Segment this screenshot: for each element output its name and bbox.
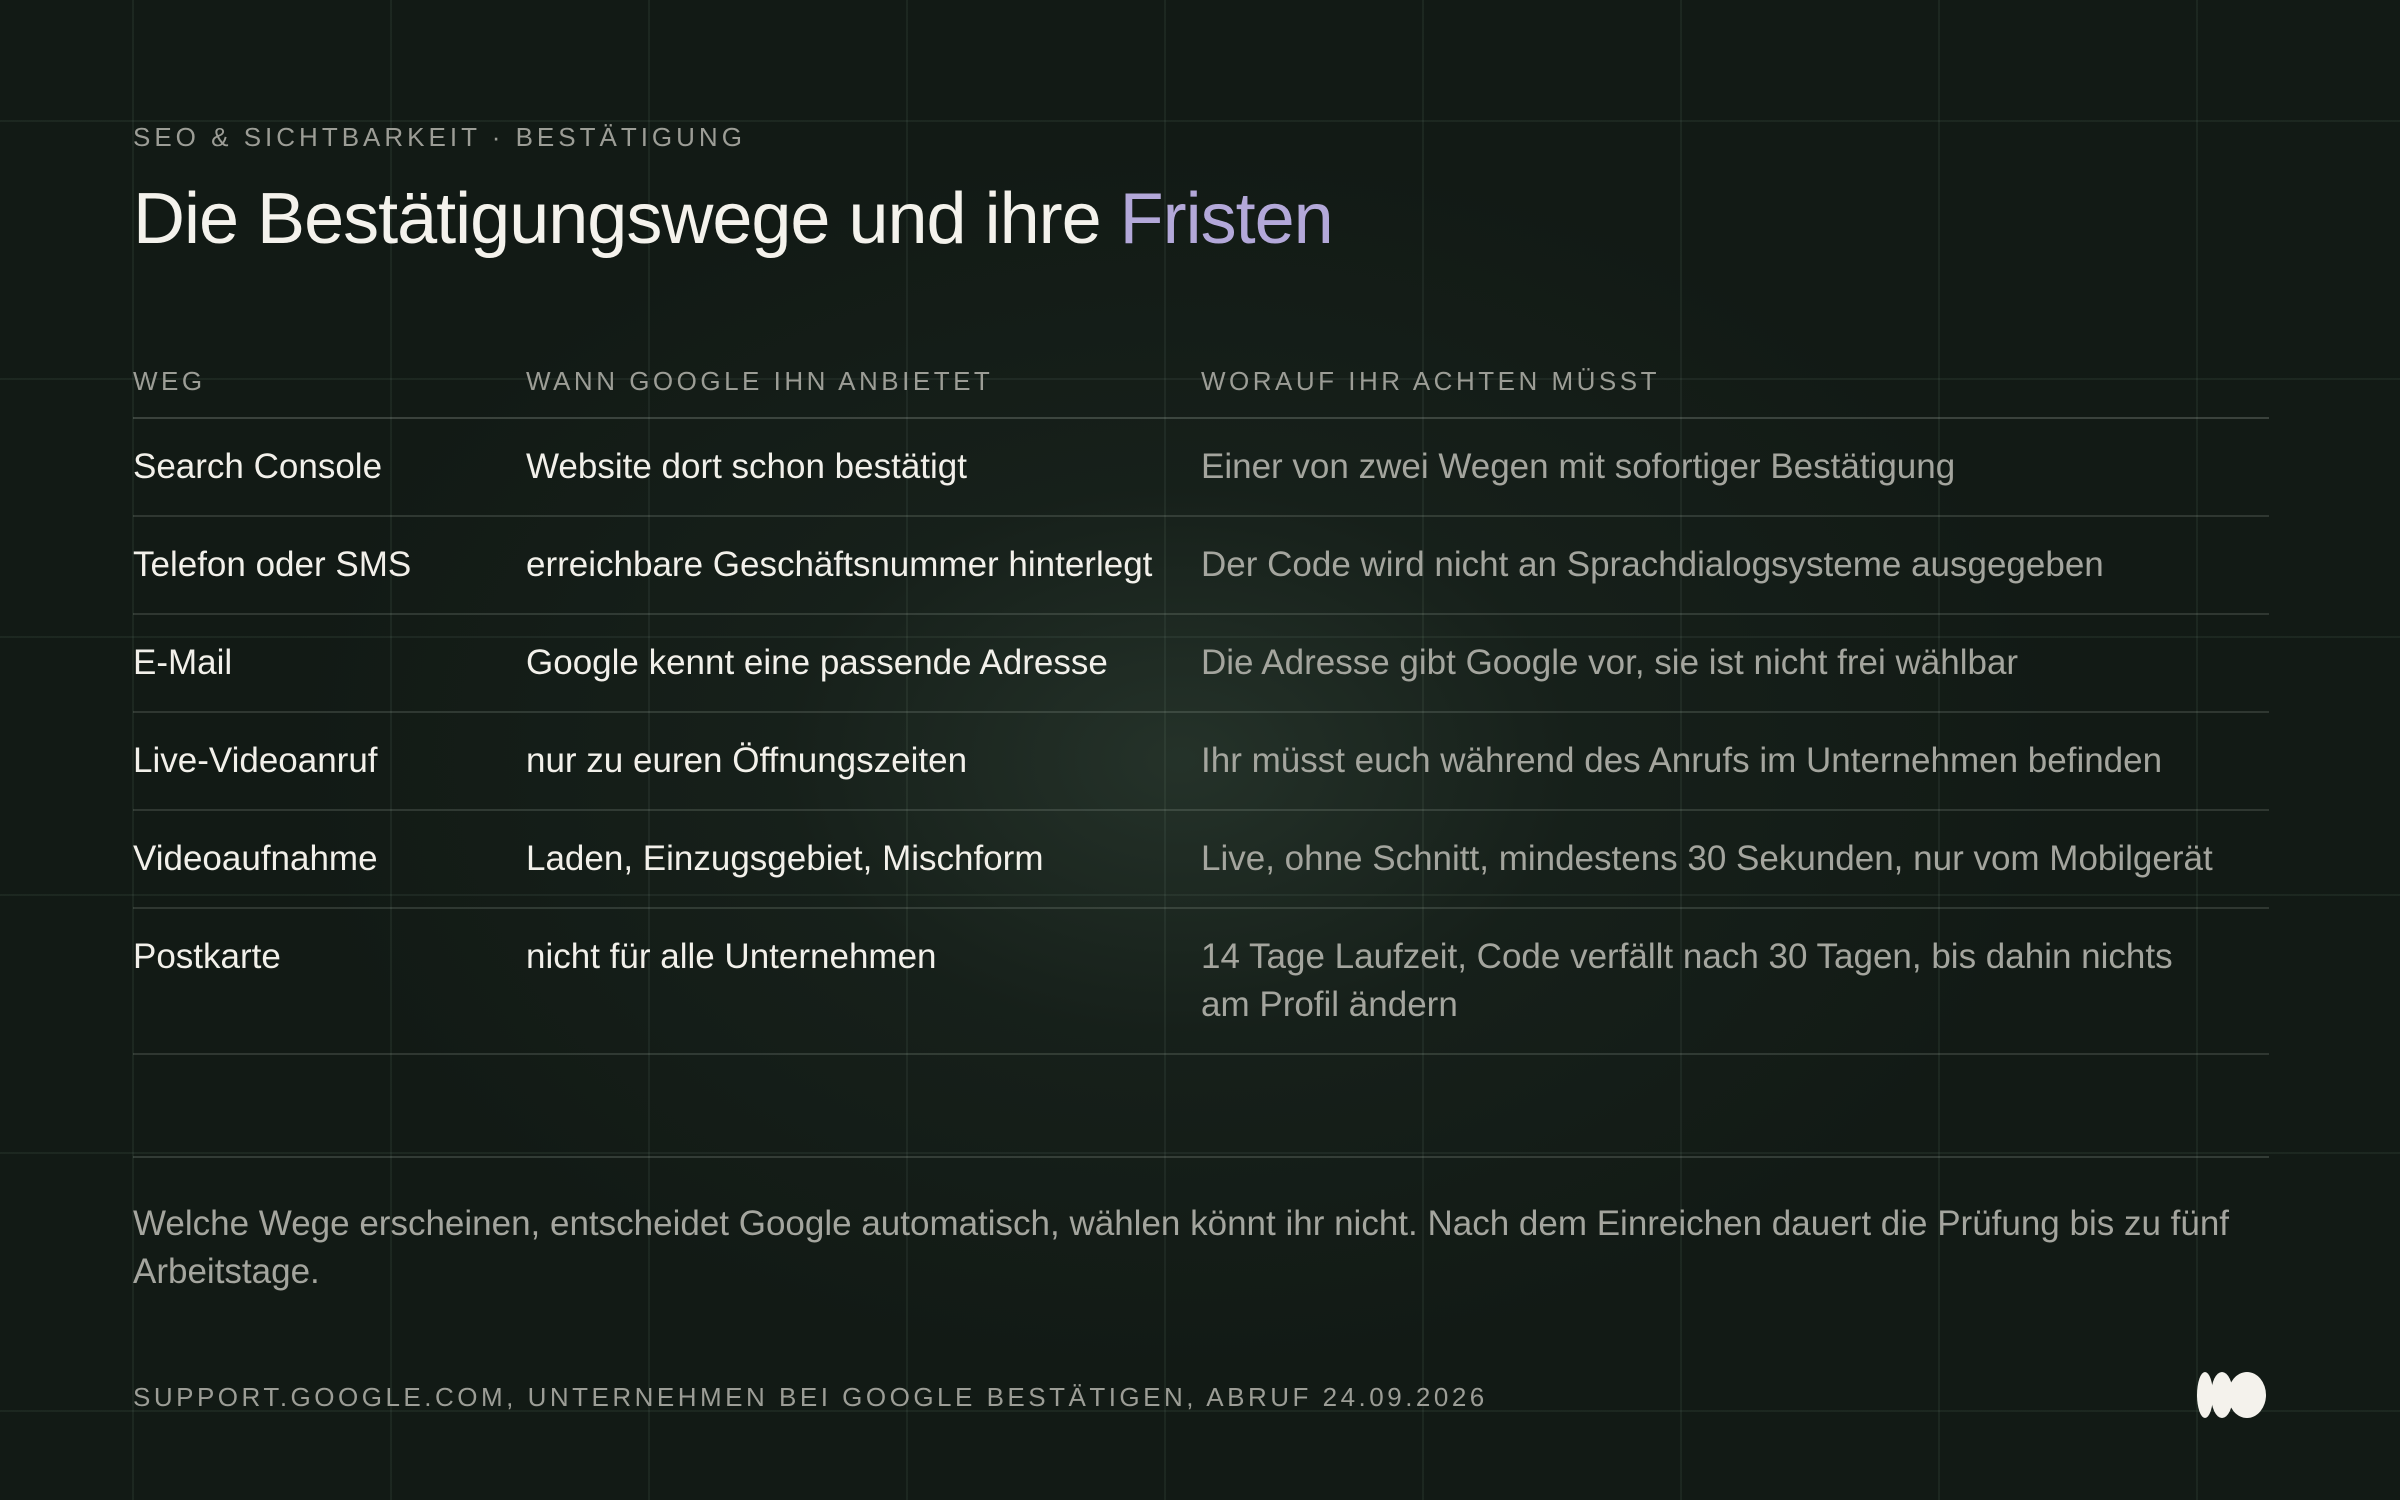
cell-method: Live-Videoanruf xyxy=(133,712,526,811)
cell-method: Postkarte xyxy=(133,908,526,1055)
title-main: Die Bestätigungswege und ihre xyxy=(133,179,1120,259)
table-bottom-divider xyxy=(133,1156,2269,1158)
footnote-text: Welche Wege erscheinen, entscheidet Goog… xyxy=(133,1204,2230,1291)
cell-offered-when: nur zu euren Öffnungszeiten xyxy=(526,712,1201,811)
source-citation: SUPPORT.GOOGLE.COM, UNTERNEHMEN BEI GOOG… xyxy=(133,1382,1488,1412)
cell-method: Videoaufnahme xyxy=(133,810,526,909)
verification-table: WEG WANN GOOGLE IHN ANBIETET WORAUF IHR … xyxy=(133,358,2269,1055)
column-header-worauf: WORAUF IHR ACHTEN MÜSST xyxy=(1201,358,2269,419)
table-header-row: WEG WANN GOOGLE IHN ANBIETET WORAUF IHR … xyxy=(133,358,2269,419)
cell-note: Der Code wird nicht an Sprachdialogsyste… xyxy=(1201,516,2269,615)
cell-offered-when: Laden, Einzugsgebiet, Mischform xyxy=(526,810,1201,909)
cell-offered-when: nicht für alle Unternehmen xyxy=(526,908,1201,1055)
cell-note: Live, ohne Schnitt, mindestens 30 Sekund… xyxy=(1201,810,2269,909)
cell-note: 14 Tage Laufzeit, Code verfällt nach 30 … xyxy=(1201,908,2269,1055)
cell-method: Telefon oder SMS xyxy=(133,516,526,615)
column-header-weg: WEG xyxy=(133,358,526,419)
cell-offered-when: erreichbare Geschäftsnummer hinterlegt xyxy=(526,516,1201,615)
column-header-wann: WANN GOOGLE IHN ANBIETET xyxy=(526,358,1201,419)
eyebrow-label: SEO & SICHTBARKEIT · BESTÄTIGUNG xyxy=(133,122,746,152)
table-row: Videoaufnahme Laden, Einzugsgebiet, Misc… xyxy=(133,810,2269,909)
cell-note: Ihr müsst euch während des Anrufs im Unt… xyxy=(1201,712,2269,811)
brand-logo-icon xyxy=(2197,1372,2266,1418)
slide-content: SEO & SICHTBARKEIT · BESTÄTIGUNG Die Bes… xyxy=(133,0,2269,1500)
table-row: Live-Videoanruf nur zu euren Öffnungszei… xyxy=(133,712,2269,811)
cell-offered-when: Website dort schon bestätigt xyxy=(526,418,1201,517)
table-row: Postkarte nicht für alle Unternehmen 14 … xyxy=(133,908,2269,1055)
cell-method: E-Mail xyxy=(133,614,526,713)
table-row: Telefon oder SMS erreichbare Geschäftsnu… xyxy=(133,516,2269,615)
cell-offered-when: Google kennt eine passende Adresse xyxy=(526,614,1201,713)
table-row: E-Mail Google kennt eine passende Adress… xyxy=(133,614,2269,713)
page-title: Die Bestätigungswege und ihre Fristen xyxy=(133,178,1334,260)
cell-method: Search Console xyxy=(133,418,526,517)
table-row: Search Console Website dort schon bestät… xyxy=(133,418,2269,517)
title-accent: Fristen xyxy=(1119,179,1334,259)
cell-note: Einer von zwei Wegen mit sofortiger Best… xyxy=(1201,418,2269,517)
cell-note: Die Adresse gibt Google vor, sie ist nic… xyxy=(1201,614,2269,713)
